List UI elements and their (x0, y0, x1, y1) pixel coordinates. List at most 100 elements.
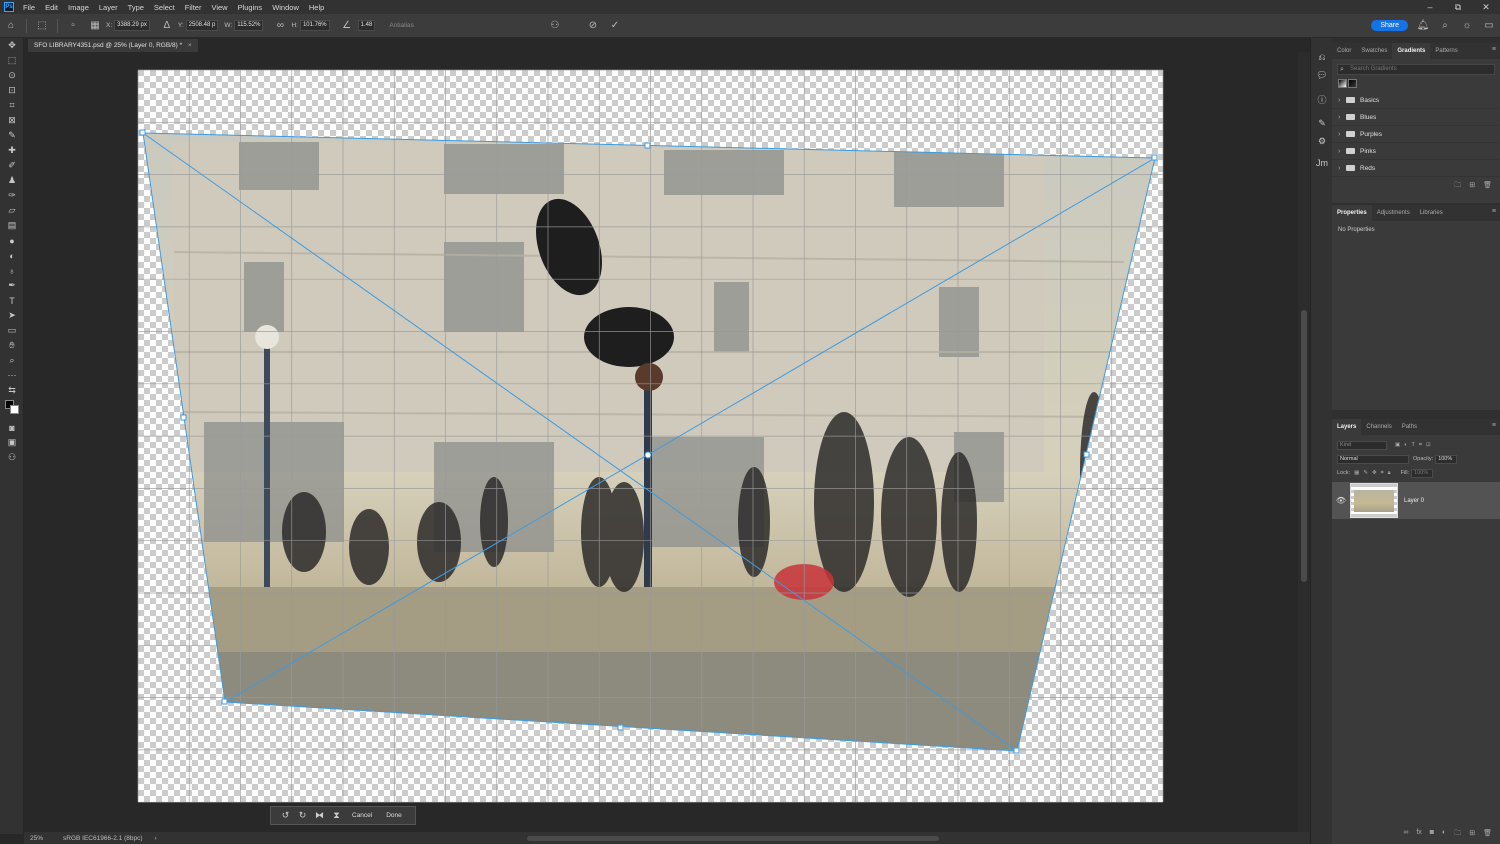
panel-menu-icon[interactable]: ≡ (1492, 208, 1496, 215)
minimize-button[interactable]: – (1416, 2, 1444, 13)
menu-edit[interactable]: Edit (40, 3, 63, 12)
menu-image[interactable]: Image (63, 3, 94, 12)
gradient-preset-1[interactable] (1338, 79, 1347, 88)
zoom-level[interactable]: 25% (30, 835, 43, 842)
transform-center-point[interactable] (644, 451, 652, 459)
blend-mode-select[interactable]: Normal (1337, 454, 1409, 464)
handle-top-left[interactable] (139, 129, 146, 136)
rectangle-tool-icon[interactable]: ▭ (0, 323, 24, 338)
blur-tool-icon[interactable]: ● (0, 233, 24, 248)
angle-field[interactable]: 1.48 (357, 20, 376, 31)
lasso-tool-icon[interactable]: ⊙ (0, 68, 24, 83)
cancel-transform-icon[interactable]: ⊘ (586, 19, 600, 33)
panel-menu-icon[interactable]: ≡ (1492, 46, 1496, 53)
height-field[interactable]: 101.76% (299, 20, 330, 31)
x-field[interactable]: 3388.29 px (114, 20, 150, 31)
horizontal-scroll-thumb[interactable] (527, 836, 939, 841)
gradient-folder-reds[interactable]: › Reds (1332, 160, 1500, 177)
handle-right-middle[interactable] (1083, 451, 1090, 458)
healing-brush-tool-icon[interactable]: ✚ (0, 143, 24, 158)
adjustment-layer-icon[interactable]: ◐ (1442, 829, 1446, 840)
tab-libraries[interactable]: Libraries (1415, 205, 1448, 221)
handle-bottom-right[interactable] (1013, 747, 1020, 754)
sponge-tool-icon[interactable]: ♁ (0, 263, 24, 278)
menu-type[interactable]: Type (123, 3, 149, 12)
flip-icon[interactable]: ⧓ (311, 810, 328, 821)
tab-layers[interactable]: Layers (1332, 419, 1362, 435)
crop-tool-icon[interactable]: ⌗ (0, 98, 24, 113)
hand-tool-icon[interactable]: ✋︎ (0, 338, 24, 353)
quick-mask-icon[interactable]: ◙ (0, 420, 24, 435)
commit-transform-icon[interactable]: ✓ (608, 19, 622, 33)
swap-colors-icon[interactable]: ⇆ (0, 383, 24, 398)
new-group-icon[interactable]: 🗀︎ (1454, 829, 1461, 840)
handle-top-middle[interactable] (644, 142, 651, 149)
brush-tool-icon[interactable]: ✐ (0, 158, 24, 173)
handle-left-middle[interactable] (180, 414, 187, 421)
dodge-tool-icon[interactable]: ◐ (0, 248, 24, 263)
delete-icon[interactable]: 🗑︎ (1483, 181, 1492, 192)
edit-toolbar-icon[interactable]: ⚇ (0, 450, 24, 465)
undo-icon[interactable]: ↺ (277, 810, 294, 821)
interpolation-select[interactable]: Antialias (389, 22, 414, 29)
opacity-field[interactable]: 100% (1435, 454, 1458, 464)
new-layer-icon[interactable]: ⊞ (1469, 829, 1475, 840)
y-field[interactable]: 2508.48 p (185, 20, 219, 31)
eraser-tool-icon[interactable]: ▱ (0, 203, 24, 218)
document-tab[interactable]: SFO LIBRARY4351.psd @ 25% (Layer 0, RGB/… (28, 39, 198, 52)
handle-bottom-left[interactable] (221, 698, 228, 705)
close-window-button[interactable]: ✕ (1472, 2, 1500, 13)
color-swatches-icon[interactable] (0, 398, 24, 420)
glyphs-icon[interactable]: Jm (1311, 154, 1333, 172)
path-selection-tool-icon[interactable]: ➤ (0, 308, 24, 323)
gradient-folder-pinks[interactable]: › Pinks (1332, 143, 1500, 160)
tab-channels[interactable]: Channels (1361, 419, 1396, 435)
tab-adjustments[interactable]: Adjustments (1372, 205, 1415, 221)
tab-properties[interactable]: Properties (1332, 205, 1372, 221)
delete-layer-icon[interactable]: 🗑︎ (1483, 829, 1492, 840)
info-icon[interactable]: ⓘ (1311, 90, 1333, 108)
eye-icon[interactable]: 👁︎ (1332, 496, 1350, 505)
status-menu-arrow[interactable]: › (155, 835, 157, 842)
canvas-svg[interactable] (24, 52, 1310, 832)
search-icon[interactable]: ⌕ (1438, 19, 1452, 33)
share-button[interactable]: Share (1371, 20, 1408, 31)
close-tab-icon[interactable]: × (188, 42, 192, 49)
restore-button[interactable]: ⧉ (1444, 2, 1472, 13)
move-tool-icon[interactable]: ✥ (0, 38, 24, 53)
object-selection-tool-icon[interactable]: ⊡ (0, 83, 24, 98)
fill-field[interactable]: 100% (1411, 468, 1434, 478)
menu-select[interactable]: Select (149, 3, 180, 12)
width-field[interactable]: 115.52% (234, 20, 264, 31)
layer-name[interactable]: Layer 0 (1404, 498, 1424, 504)
clone-stamp-tool-icon[interactable]: ♟ (0, 173, 24, 188)
gradient-preset-2[interactable] (1348, 79, 1357, 88)
vertical-scrollbar[interactable] (1298, 52, 1310, 832)
warp-icon[interactable]: ⚇ (548, 19, 562, 33)
done-button[interactable]: Done (386, 812, 402, 819)
pen-tool-icon[interactable]: ✒ (0, 278, 24, 293)
layer-thumbnail[interactable] (1350, 483, 1398, 518)
lock-icons[interactable]: ▦✎✥⌗🔒︎ (1354, 470, 1394, 477)
gradients-search-input[interactable]: Search Gradients (1337, 64, 1495, 75)
new-gradient-icon[interactable]: ⊞ (1469, 181, 1475, 192)
workspace-icon[interactable]: ▭ (1482, 19, 1496, 33)
gradient-folder-blues[interactable]: › Blues (1332, 109, 1500, 126)
tab-patterns[interactable]: Patterns (1430, 43, 1462, 59)
menu-window[interactable]: Window (267, 3, 304, 12)
handle-top-right[interactable] (1151, 154, 1158, 161)
redo-icon[interactable]: ↻ (294, 810, 311, 821)
menu-filter[interactable]: Filter (180, 3, 207, 12)
type-tool-icon[interactable]: T (0, 293, 24, 308)
discover-icon[interactable]: ☼ (1460, 19, 1474, 33)
filter-icons[interactable]: ▣◐T⌗⊡ (1395, 442, 1435, 449)
home-icon[interactable]: ⌂ (4, 19, 18, 33)
marquee-tool-icon[interactable]: ⬚ (0, 53, 24, 68)
screen-mode-icon[interactable]: ▣ (0, 435, 24, 450)
history-brush-tool-icon[interactable]: ✑ (0, 188, 24, 203)
delta-icon[interactable]: Δ (160, 19, 174, 33)
layer-row[interactable]: 👁︎ Layer 0 (1332, 482, 1500, 519)
tab-swatches[interactable]: Swatches (1356, 43, 1392, 59)
add-mask-icon[interactable]: ◙ (1430, 829, 1434, 840)
zoom-tool-icon[interactable]: ⌕ (0, 353, 24, 368)
